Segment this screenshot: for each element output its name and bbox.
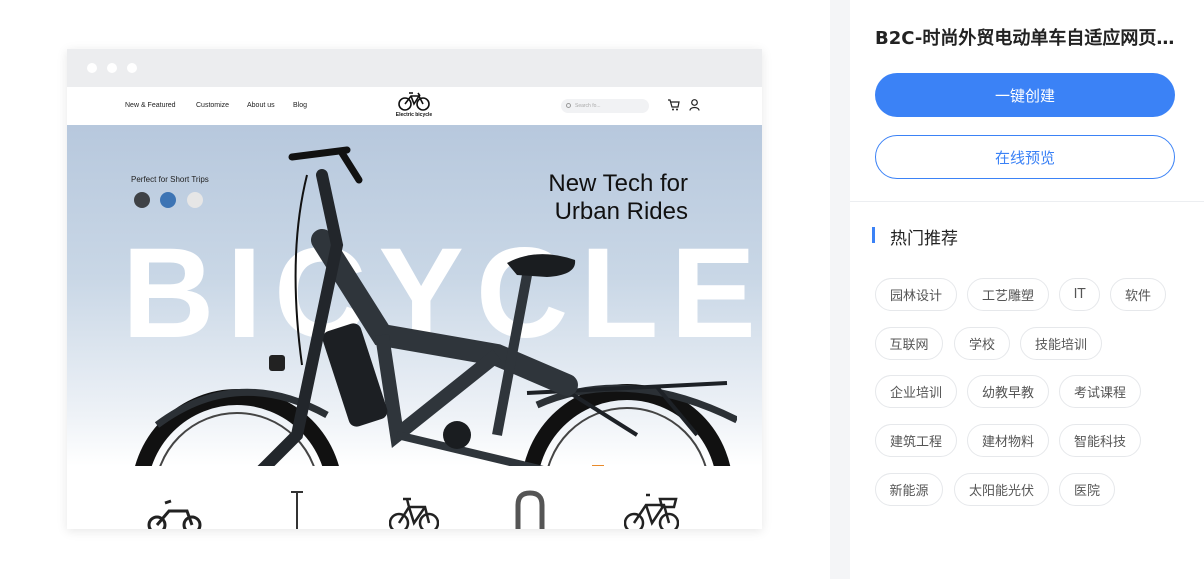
create-button[interactable]: 一键创建 [875, 73, 1175, 117]
template-side-panel: B2C-时尚外贸电动单车自适应网页模板 一键创建 在线预览 热门推荐 园林设计 … [850, 0, 1204, 579]
browser-titlebar [67, 49, 762, 87]
tag-item[interactable]: 幼教早教 [967, 375, 1049, 408]
tag-item[interactable]: 智能科技 [1059, 424, 1141, 457]
logo-text: Electric bicycle [395, 112, 433, 118]
site-logo[interactable]: Electric bicycle [394, 90, 434, 118]
section-separator [850, 201, 1204, 202]
window-dot [87, 63, 97, 73]
city-bike-thumbnail-icon[interactable] [389, 489, 439, 529]
electric-bicycle-image [135, 146, 737, 466]
panel-divider [830, 0, 850, 579]
site-nav: New & Featured Customize About us Blog E… [67, 87, 762, 125]
search-icon [566, 103, 571, 108]
preview-browser-window[interactable]: New & Featured Customize About us Blog E… [67, 49, 762, 529]
nav-link-new-featured[interactable]: New & Featured [125, 102, 176, 109]
tag-item[interactable]: 园林设计 [875, 278, 957, 311]
site-search-input[interactable]: Search fo... [561, 99, 649, 113]
tag-item[interactable]: IT [1059, 278, 1100, 311]
preview-button[interactable]: 在线预览 [875, 135, 1175, 179]
tag-item[interactable]: 技能培训 [1020, 327, 1102, 360]
tag-item[interactable]: 企业培训 [875, 375, 957, 408]
tag-item[interactable]: 软件 [1110, 278, 1166, 311]
cargo-bike-thumbnail-icon[interactable] [624, 489, 679, 529]
nav-link-about[interactable]: About us [247, 102, 275, 109]
bicycle-logo-icon [398, 92, 430, 111]
tag-item[interactable]: 建筑工程 [875, 424, 957, 457]
tag-item[interactable]: 考试课程 [1059, 375, 1141, 408]
tag-item[interactable]: 医院 [1059, 473, 1115, 506]
template-preview-area: New & Featured Customize About us Blog E… [0, 0, 830, 579]
bike-lock-thumbnail-icon[interactable] [512, 489, 548, 529]
tag-item[interactable]: 工艺雕塑 [967, 278, 1049, 311]
nav-link-customize[interactable]: Customize [196, 102, 229, 109]
cart-icon[interactable] [667, 99, 680, 111]
nav-link-blog[interactable]: Blog [293, 102, 307, 109]
window-dot [107, 63, 117, 73]
product-thumbnail-row [67, 489, 762, 529]
tag-item[interactable]: 新能源 [875, 473, 943, 506]
user-icon[interactable] [689, 99, 700, 111]
hero-banner: BICYCLE Perfect for Short Trips New Tech… [67, 125, 762, 466]
tag-item[interactable]: 互联网 [875, 327, 943, 360]
tag-item[interactable]: 建材物料 [967, 424, 1049, 457]
tag-item[interactable]: 学校 [954, 327, 1010, 360]
hot-recommend-title: 热门推荐 [890, 229, 958, 249]
scooter-thumbnail-icon[interactable] [147, 489, 202, 529]
search-placeholder: Search fo... [575, 103, 601, 109]
window-dot [127, 63, 137, 73]
template-title: B2C-时尚外贸电动单车自适应网页模板 [875, 28, 1175, 49]
page: New & Featured Customize About us Blog E… [0, 0, 1204, 579]
section-accent-bar [872, 227, 875, 243]
tag-item[interactable]: 太阳能光伏 [954, 473, 1049, 506]
kick-scooter-thumbnail-icon[interactable] [287, 489, 307, 529]
